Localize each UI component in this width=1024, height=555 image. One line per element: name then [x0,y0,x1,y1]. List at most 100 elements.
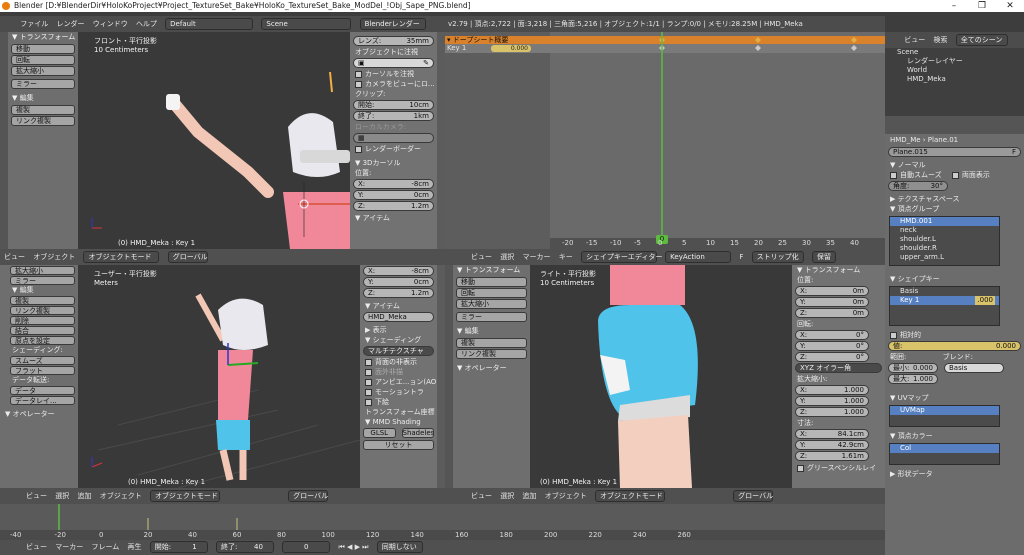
viewport-user[interactable]: ユーザー・平行投影 Meters (0) HMD_Meka : Key 1 [78,265,360,488]
move-button[interactable]: 移動 [11,44,75,54]
layout-selector[interactable]: Default [165,18,254,30]
tl-menu-playback[interactable]: 再生 [128,540,142,555]
toolshelf-item[interactable]: シェーディング: [7,346,78,355]
clip-end-field[interactable]: 終了: 1km [353,111,434,121]
end-frame-field[interactable]: 終了: 40 [215,541,274,553]
toolshelf-transform-header[interactable]: ▼ トランスフォーム [453,265,530,276]
lens-field[interactable]: レンズ: 35mm [353,36,434,46]
shape-value-slider[interactable]: 値: 0.000 [888,341,1021,351]
transform-orientation[interactable]: グローバル [167,251,208,263]
npanel-bottom-scrollbar[interactable] [437,265,445,488]
cursor-z-field[interactable]: Z: 1.2m [353,201,434,211]
vertex-color-item[interactable]: Col [890,444,999,453]
lock-cursor-checkbox[interactable]: カーソルを注視 [350,69,437,79]
start-frame-field[interactable]: 開始: 1 [149,541,208,553]
push-down-button[interactable]: 保留 [811,251,836,263]
menu-object[interactable]: オブジェクト [545,488,587,504]
texture-space-section[interactable]: ▶ テクスチャスペース [885,194,1024,204]
toolshelf-item[interactable]: ミラー [10,276,75,285]
viewport-right[interactable]: ライト・平行投影 10 Centimeters (0) HMD_Meka : K… [530,265,792,488]
properties-tabs[interactable] [885,116,1024,134]
reset-button[interactable]: リセット [363,440,434,450]
mode-selector[interactable]: オブジェクトモード [149,490,220,502]
render-engine-selector[interactable]: Blenderレンダー [359,18,426,30]
menu-help[interactable]: ヘルプ [136,16,157,32]
vertex-group-list[interactable]: HMD.001 neck shoulder.L shoulder.R upper… [889,216,1000,266]
viewport-front[interactable]: フロント・平行投影 10 Centimeters (0) HMD_Meka : … [78,32,350,249]
relative-key-field[interactable]: Basis [944,363,1004,373]
dopesheet-mode-selector[interactable]: シェイプキーエディター [580,251,662,263]
linked-duplicate-button[interactable]: リンク複製 [11,116,75,126]
uv-map-item[interactable]: UVMap [890,406,999,415]
duplicate-button[interactable]: 複製 [11,105,75,115]
normals-section[interactable]: ▼ ノーマル [885,160,1024,170]
menu-select[interactable]: 選択 [500,488,514,504]
toolshelf-edit-header[interactable]: ▼ 編集 [453,326,530,337]
transform-orientation[interactable]: グローバル [733,490,774,502]
motion-tracking-checkbox[interactable]: モーショントラ [360,387,437,397]
display-section[interactable]: ▶ 表示 [360,325,437,335]
ds-menu-marker[interactable]: マーカー [522,249,550,265]
cursor-x-field[interactable]: X: -8cm [363,266,434,276]
transform-loc-field[interactable]: Z: 0m [795,308,869,318]
toolshelf-item[interactable]: フラット [10,366,75,375]
autosmooth-angle-field[interactable]: 角度: 30° [888,181,948,191]
glsl-button[interactable]: GLSL [363,428,396,438]
vertex-groups-section[interactable]: ▼ 頂点グループ [885,204,1024,214]
maximize-button[interactable]: ❐ [968,0,996,12]
render-border-checkbox[interactable]: レンダーボーダー [350,144,437,154]
toolshelf-item[interactable]: データ [10,386,75,395]
transform-orientation[interactable]: グローバル [288,490,329,502]
dopesheet-area[interactable]: ▾ ドープシート概要 Key 1 0.000 0 -20 -15 -10 -5 0 5 10… [445,32,885,249]
toolshelf-item[interactable]: 結合 [10,326,75,335]
transform-scl-field[interactable]: Z: 1.000 [795,407,869,417]
outliner-world[interactable]: World [885,66,1024,75]
vertex-group-item[interactable]: shoulder.L [890,235,999,244]
tl-menu-frame[interactable]: フレーム [91,540,119,555]
mode-selector[interactable]: オブジェクトモード [83,251,160,263]
mesh-datablock-field[interactable]: Plane.015 F [888,147,1021,157]
current-frame-field[interactable]: 0 [282,541,331,553]
toolshelf-item[interactable]: スムーズ [10,356,75,365]
outliner-icon[interactable] [888,36,896,44]
local-camera-field[interactable]: ▦ [353,133,434,143]
menu-add[interactable]: 追加 [522,488,536,504]
ambient-occlusion-checkbox[interactable]: アンビエ...ョン(AO) [360,377,437,387]
transform-orientations-section[interactable]: トランスフォーム座標 [360,407,437,417]
transform-panel-title[interactable]: ▼ トランスフォーム [792,265,885,275]
vertex-colors-section[interactable]: ▼ 頂点カラー [885,431,1024,441]
vertex-group-item[interactable]: HMD.001 [890,217,999,226]
transform-scl-field[interactable]: X: 1.000 [795,385,869,395]
timeline-ruler[interactable] [0,530,885,540]
action-fake-user[interactable]: F [739,249,743,265]
toolshelf-item[interactable]: データレイ... [10,396,75,405]
outliner-scene[interactable]: Scene [885,48,1024,57]
info-editor-icon[interactable] [4,20,12,28]
item-section[interactable]: ▼ アイテム [360,301,437,311]
ds-menu-view[interactable]: ビュー [471,249,492,265]
cursor-x-field[interactable]: X: -8cm [353,179,434,189]
transform-scl-field[interactable]: Y: 1.000 [795,396,869,406]
transform-dim-field[interactable]: Y: 42.9cm [795,440,869,450]
outliner-object-hmd-meka[interactable]: HMD_Meka [885,75,1024,84]
grease-pencil-layers-section[interactable]: グリースペンシルレイ [792,463,885,473]
rotate-button[interactable]: 回転 [456,288,527,298]
toolshelf-transform-header[interactable]: ▼ トランスフォーム [8,32,78,43]
transform-dim-field[interactable]: X: 84.1cm [795,429,869,439]
tl-menu-marker[interactable]: マーカー [55,540,83,555]
menu-view[interactable]: ビュー [471,488,492,504]
scene-selector[interactable]: Scene [261,18,352,30]
toolshelf-item[interactable]: 削除 [10,316,75,325]
auto-smooth-checkbox[interactable]: 自動スムーズ 両面表示 [885,170,1024,180]
action-selector[interactable]: KeyAction [665,251,732,263]
eyedropper-icon[interactable]: ✎ [423,59,429,67]
vertex-group-item[interactable]: neck [890,226,999,235]
slider-max-field[interactable]: 最大: 1.000 [888,374,938,384]
menu-object[interactable]: オブジェクト [100,488,142,504]
shading-mode-dropdown[interactable]: マルチテクスチャ [363,346,434,356]
npanel-scrollbar[interactable] [437,32,445,249]
scale-button[interactable]: 拡大縮小 [456,299,527,309]
mode-selector[interactable]: オブジェクトモード [594,490,665,502]
shape-keys-section[interactable]: ▼ シェイプキー [885,274,1024,284]
outliner-render-layers[interactable]: レンダーレイヤー [885,57,1024,66]
